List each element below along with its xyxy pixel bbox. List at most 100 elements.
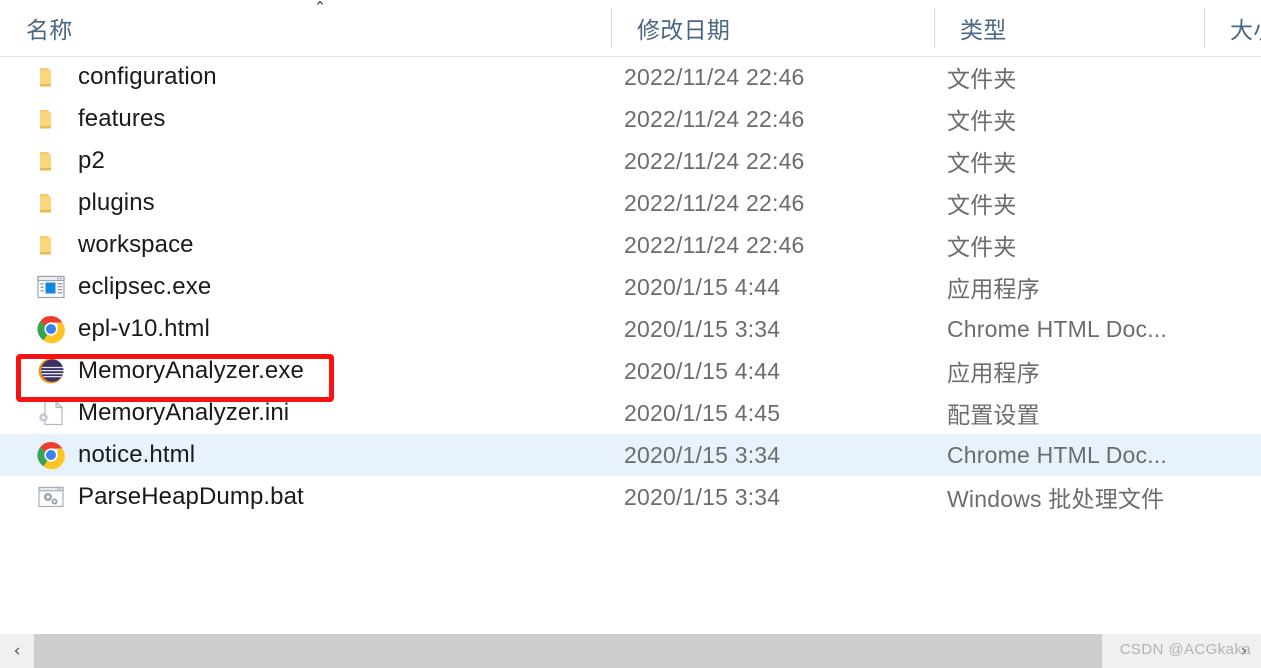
date-modified-cell: 2020/1/15 3:34 (611, 434, 934, 476)
file-type-label: 应用程序 (947, 276, 1040, 302)
file-row[interactable]: features 2022/11/24 22:46 文件夹 (0, 98, 1261, 140)
file-name-cell[interactable]: p2 (0, 140, 611, 182)
file-row[interactable]: MemoryAnalyzer.ini 2020/1/15 4:45 配置设置 (0, 392, 1261, 434)
file-row[interactable]: p2 2022/11/24 22:46 文件夹 (0, 140, 1261, 182)
date-modified-cell: 2020/1/15 3:34 (611, 308, 934, 350)
file-type-cell: Chrome HTML Doc... (934, 434, 1204, 476)
file-row[interactable]: workspace 2022/11/24 22:46 文件夹 (0, 224, 1261, 266)
column-header-name-label: 名称 (26, 17, 73, 43)
file-row[interactable]: plugins 2022/11/24 22:46 文件夹 (0, 182, 1261, 224)
file-list: configuration 2022/11/24 22:46 文件夹 features… (0, 56, 1261, 617)
file-type-cell: 应用程序 (934, 350, 1204, 392)
file-name-label: ParseHeapDump.bat (78, 483, 304, 510)
file-type-label: 文件夹 (947, 192, 1017, 218)
date-modified-label: 2022/11/24 22:46 (624, 105, 805, 132)
file-row[interactable]: MemoryAnalyzer.exe 2020/1/15 4:44 应用程序 (0, 350, 1261, 392)
file-name-cell[interactable]: workspace (0, 224, 611, 266)
folder-icon (36, 104, 66, 134)
file-name-cell[interactable]: configuration (0, 56, 611, 98)
file-row[interactable]: epl-v10.html 2020/1/15 3:34 Chrome HTML Do… (0, 308, 1261, 350)
column-header-type[interactable]: 类型 (934, 0, 1204, 56)
file-name-cell[interactable]: features (0, 98, 611, 140)
file-name-label: p2 (78, 147, 105, 174)
date-modified-cell: 2020/1/15 4:44 (611, 266, 934, 308)
file-type-label: 配置设置 (947, 402, 1040, 428)
date-modified-label: 2022/11/24 22:46 (624, 63, 805, 90)
file-explorer-list-view: ⌃ 名称 修改日期 类型 大小 configuration 2022/11/24 … (0, 0, 1261, 668)
folder-icon (36, 188, 66, 218)
application-icon (36, 272, 66, 302)
file-type-cell: 文件夹 (934, 98, 1204, 140)
file-type-label: Chrome HTML Doc... (947, 441, 1168, 468)
file-name-cell[interactable]: notice.html (0, 434, 611, 476)
date-modified-label: 2022/11/24 22:46 (624, 147, 805, 174)
file-type-cell: 配置设置 (934, 392, 1204, 434)
file-type-cell: Windows 批处理文件 (934, 476, 1204, 518)
horizontal-scrollbar[interactable]: ‹ › (0, 634, 1261, 668)
file-type-cell: Chrome HTML Doc... (934, 308, 1204, 350)
date-modified-cell: 2020/1/15 4:45 (611, 392, 934, 434)
file-type-label: 文件夹 (947, 66, 1017, 92)
column-header-size-label: 大小 (1230, 17, 1261, 43)
date-modified-cell: 2020/1/15 4:44 (611, 350, 934, 392)
file-type-label: 文件夹 (947, 150, 1017, 176)
file-size-cell (1204, 182, 1261, 224)
file-name-label: MemoryAnalyzer.ini (78, 399, 290, 426)
file-row[interactable]: ParseHeapDump.bat 2020/1/15 3:34 Windows 批… (0, 476, 1261, 518)
date-modified-label: 2020/1/15 4:44 (624, 273, 781, 300)
scroll-left-arrow-icon[interactable]: ‹ (0, 634, 34, 668)
file-name-label: MemoryAnalyzer.exe (78, 357, 304, 384)
file-type-label: 应用程序 (947, 360, 1040, 386)
folder-icon (36, 146, 66, 176)
file-size-cell (1204, 434, 1261, 476)
file-size-cell (1204, 224, 1261, 266)
column-header-type-label: 类型 (960, 17, 1007, 43)
file-size-cell (1204, 266, 1261, 308)
batch-file-icon (36, 482, 66, 512)
folder-icon (36, 230, 66, 260)
file-row[interactable]: notice.html 2020/1/15 3:34 Chrome HTML Doc… (0, 434, 1261, 476)
column-header-date-modified[interactable]: 修改日期 (611, 0, 934, 56)
file-type-cell: 文件夹 (934, 140, 1204, 182)
file-name-label: notice.html (78, 441, 196, 468)
date-modified-cell: 2022/11/24 22:46 (611, 56, 934, 98)
column-header-name[interactable]: 名称 (0, 0, 611, 56)
ini-file-icon (36, 398, 66, 428)
csdn-watermark: CSDN @ACGkaka (1119, 641, 1251, 658)
date-modified-cell: 2022/11/24 22:46 (611, 140, 934, 182)
file-row[interactable]: eclipsec.exe 2020/1/15 4:44 应用程序 (0, 266, 1261, 308)
file-name-cell[interactable]: MemoryAnalyzer.ini (0, 392, 611, 434)
file-type-label: Chrome HTML Doc... (947, 315, 1168, 342)
column-header-size[interactable]: 大小 (1204, 0, 1261, 56)
memoryanalyzer-icon (36, 356, 66, 386)
file-size-cell (1204, 476, 1261, 518)
date-modified-cell: 2022/11/24 22:46 (611, 98, 934, 140)
date-modified-label: 2020/1/15 4:44 (624, 357, 781, 384)
file-name-cell[interactable]: ParseHeapDump.bat (0, 476, 611, 518)
file-name-cell[interactable]: epl-v10.html (0, 308, 611, 350)
file-name-label: eclipsec.exe (78, 273, 212, 300)
file-type-cell: 文件夹 (934, 224, 1204, 266)
file-size-cell (1204, 98, 1261, 140)
date-modified-label: 2020/1/15 3:34 (624, 315, 781, 342)
date-modified-cell: 2022/11/24 22:46 (611, 182, 934, 224)
file-size-cell (1204, 308, 1261, 350)
column-header-row: ⌃ 名称 修改日期 类型 大小 (0, 0, 1261, 57)
file-type-label: 文件夹 (947, 108, 1017, 134)
folder-icon (36, 62, 66, 92)
file-name-label: workspace (78, 231, 194, 258)
file-size-cell (1204, 350, 1261, 392)
file-row[interactable]: configuration 2022/11/24 22:46 文件夹 (0, 56, 1261, 98)
file-size-cell (1204, 392, 1261, 434)
file-size-cell (1204, 56, 1261, 98)
scrollbar-thumb[interactable] (34, 634, 1102, 668)
file-name-label: configuration (78, 63, 217, 90)
date-modified-cell: 2022/11/24 22:46 (611, 224, 934, 266)
file-name-cell[interactable]: MemoryAnalyzer.exe (0, 350, 611, 392)
file-type-label: 文件夹 (947, 234, 1017, 260)
file-type-cell: 文件夹 (934, 56, 1204, 98)
file-type-cell: 文件夹 (934, 182, 1204, 224)
file-name-label: plugins (78, 189, 155, 216)
file-name-cell[interactable]: eclipsec.exe (0, 266, 611, 308)
file-name-cell[interactable]: plugins (0, 182, 611, 224)
